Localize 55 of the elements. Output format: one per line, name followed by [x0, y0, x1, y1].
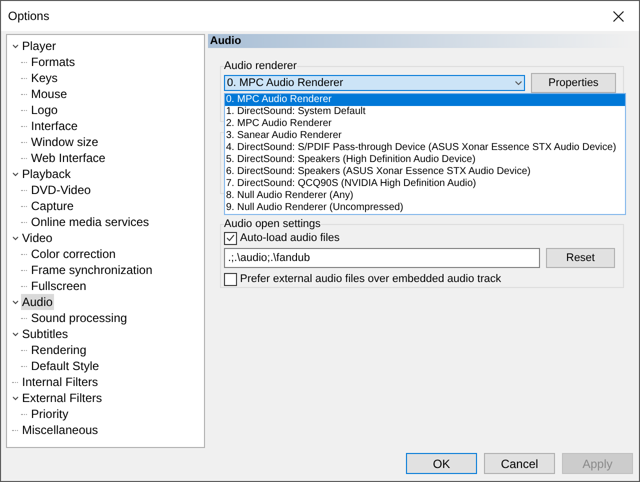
- tree-item[interactable]: Internal Filters: [21, 374, 100, 390]
- dialog-button[interactable]: OK: [406, 453, 477, 474]
- tree-item[interactable]: Default Style: [30, 358, 100, 374]
- dropdown-option[interactable]: 9. Null Audio Renderer (Uncompressed): [225, 202, 625, 214]
- checkbox[interactable]: [224, 272, 237, 286]
- tree-item[interactable]: Web Interface: [30, 150, 106, 166]
- tree-item[interactable]: External Filters: [21, 390, 104, 406]
- tree-item[interactable]: Capture: [30, 198, 75, 214]
- tree-item[interactable]: Subtitles: [21, 326, 70, 342]
- dropdown-option[interactable]: 8. Null Audio Renderer (Any): [225, 190, 625, 202]
- tree-item[interactable]: Logo: [30, 102, 59, 118]
- dropdown-option[interactable]: 3. Sanear Audio Renderer: [225, 130, 625, 142]
- tree-item[interactable]: Priority: [30, 406, 70, 422]
- chevron-down-icon[interactable]: [12, 300, 18, 304]
- group-title: Audio renderer: [224, 60, 297, 72]
- chevron-down-icon[interactable]: [12, 332, 18, 336]
- tree-item[interactable]: DVD-Video: [30, 182, 92, 198]
- chevron-down-icon[interactable]: [12, 44, 18, 48]
- checkbox-label: Prefer external audio files over embedded audio track: [240, 272, 502, 287]
- group-title: Audio open settings: [224, 218, 321, 230]
- tree-item[interactable]: Player: [21, 38, 58, 54]
- checkbox-label: Auto-load audio files: [240, 230, 340, 246]
- tree-item[interactable]: Video: [21, 230, 54, 246]
- properties-button[interactable]: Properties: [531, 73, 616, 93]
- tree-item[interactable]: Frame synchronization: [30, 262, 154, 278]
- chevron-down-icon[interactable]: [12, 396, 18, 400]
- tree-item[interactable]: Fullscreen: [30, 278, 88, 294]
- dropdown-option[interactable]: 0. MPC Audio Renderer: [225, 94, 625, 106]
- tree-item[interactable]: Playback: [21, 166, 72, 182]
- chevron-down-icon[interactable]: [12, 236, 18, 240]
- tree-item[interactable]: Miscellaneous: [21, 422, 100, 438]
- tree-item[interactable]: Formats: [30, 54, 76, 70]
- tree-item[interactable]: Rendering: [30, 342, 88, 358]
- tree-item[interactable]: Online media services: [30, 214, 150, 230]
- checkbox[interactable]: [224, 232, 237, 244]
- window-title: Options: [8, 8, 50, 25]
- close-icon[interactable]: [613, 10, 624, 22]
- dropdown-option[interactable]: 7. DirectSound: QCQ90S (NVIDIA High Definition Audio): [225, 178, 625, 190]
- chevron-down-icon[interactable]: [12, 172, 18, 176]
- tree-item[interactable]: Color correction: [30, 246, 117, 262]
- dropdown-option[interactable]: 4. DirectSound: S/PDIF Pass-through Device (ASUS Xonar Essence STX Audio Device): [225, 142, 625, 154]
- tree-item[interactable]: Mouse: [30, 86, 68, 102]
- tree-item[interactable]: Sound processing: [30, 310, 128, 326]
- tree-item[interactable]: Interface: [30, 118, 79, 134]
- tree-item[interactable]: Keys: [30, 70, 59, 86]
- dropdown-option[interactable]: 1. DirectSound: System Default: [225, 106, 625, 118]
- dropdown-option[interactable]: 2. MPC Audio Renderer: [225, 118, 625, 130]
- tree-item[interactable]: Audio: [21, 294, 54, 310]
- tree-item[interactable]: Window size: [30, 134, 100, 150]
- renderer-dropdown[interactable]: 0. MPC Audio Renderer: [224, 75, 525, 91]
- dropdown-option[interactable]: 6. DirectSound: Speakers (ASUS Xonar Essence STX Audio Device): [225, 166, 625, 178]
- reset-button[interactable]: Reset: [546, 248, 615, 268]
- dropdown-option[interactable]: 5. DirectSound: Speakers (High Definition Audio Device): [225, 154, 625, 166]
- dialog-button[interactable]: Cancel: [484, 453, 555, 474]
- paths-field[interactable]: .;.\audio;.\fandub: [224, 248, 540, 268]
